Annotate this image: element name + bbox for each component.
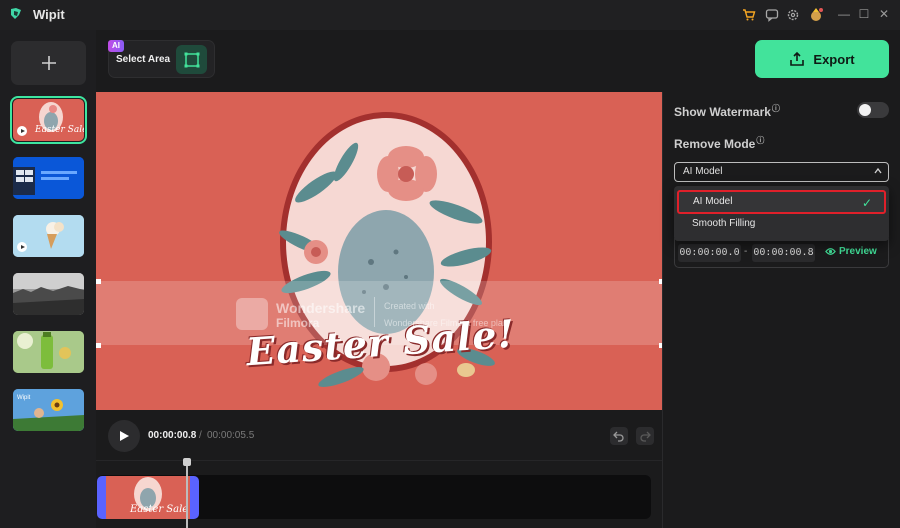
- check-icon: ✓: [862, 196, 873, 210]
- playhead[interactable]: [186, 458, 188, 528]
- selection-handle-bottom-left[interactable]: [96, 343, 101, 348]
- dropdown-option-ai-model[interactable]: AI Model: [677, 190, 886, 214]
- play-icon: [120, 431, 129, 441]
- thumb-presentation-image: [13, 157, 84, 199]
- remove-mode-select[interactable]: AI Model: [674, 162, 889, 182]
- close-button[interactable]: ✕: [876, 6, 892, 22]
- feedback-icon[interactable]: [764, 7, 780, 23]
- app-title: Wipit: [33, 7, 65, 22]
- svg-text:Wipit: Wipit: [17, 395, 31, 401]
- timeline-clip-thumbnail: Easter Sale: [106, 476, 190, 519]
- add-media-button[interactable]: [11, 41, 86, 85]
- select-area-label: Select Area: [116, 54, 171, 65]
- playhead-handle[interactable]: [183, 458, 191, 466]
- media-thumb-city[interactable]: [13, 273, 84, 315]
- total-time: 00:00:05.5: [207, 430, 255, 441]
- watermark-brand-line1: Wondershare: [276, 300, 366, 316]
- export-button[interactable]: Export: [755, 40, 889, 78]
- range-end-input[interactable]: 00:00:00.8: [752, 244, 815, 262]
- current-time: 00:00:00.8: [148, 430, 197, 441]
- info-icon[interactable]: ⓘ: [756, 135, 764, 146]
- watermark-brand-line2: Filmora: [276, 316, 320, 330]
- preview-button[interactable]: Preview: [825, 246, 877, 257]
- media-thumb-sunflower[interactable]: Wipit: [13, 389, 84, 431]
- thumb-city-image: [13, 273, 84, 315]
- filmora-logo-icon: [236, 298, 268, 330]
- thumb-drink-image: [13, 331, 84, 373]
- thumb-play-icon: [17, 242, 27, 252]
- chevron-up-icon: [874, 167, 882, 174]
- redo-button[interactable]: [636, 427, 654, 445]
- select-area-icon[interactable]: [176, 45, 207, 74]
- media-thumb-drink[interactable]: [13, 331, 84, 373]
- watermark-note-line2: Wondershare Filmora free plan: [384, 318, 508, 328]
- plus-icon: [41, 56, 56, 70]
- thumb-sunflower-image: Wipit: [13, 389, 84, 431]
- eye-icon: [825, 248, 836, 255]
- preview-label: Preview: [839, 246, 877, 257]
- range-dash: -: [744, 246, 748, 257]
- range-start-input[interactable]: 00:00:00.0: [678, 244, 741, 262]
- media-thumb-icecream[interactable]: [13, 215, 84, 257]
- cart-icon[interactable]: [741, 7, 757, 23]
- media-thumb-presentation[interactable]: [13, 157, 84, 199]
- svg-text:Easter Sale: Easter Sale: [34, 125, 84, 135]
- play-button[interactable]: [108, 420, 140, 452]
- minimize-button[interactable]: —: [836, 6, 852, 22]
- toggle-knob: [859, 104, 871, 116]
- export-label: Export: [813, 51, 855, 67]
- watermark-note-line1: Created with: [384, 301, 435, 311]
- video-preview[interactable]: Easter Sale! Wondershare Filmora Created…: [96, 92, 662, 410]
- time-separator: /: [199, 430, 202, 441]
- undo-button[interactable]: [610, 427, 628, 445]
- settings-gear-icon[interactable]: [785, 7, 801, 23]
- ai-badge: AI: [108, 40, 124, 52]
- settings-panel: [662, 92, 900, 528]
- watermark-divider: [374, 297, 375, 327]
- export-icon: [790, 51, 805, 66]
- remove-mode-label: Remove Modeⓘ: [674, 135, 765, 151]
- selection-handle-top-left[interactable]: [96, 279, 101, 284]
- info-icon[interactable]: ⓘ: [772, 103, 780, 114]
- redo-icon: [640, 431, 651, 442]
- show-watermark-label: Show Watermarkⓘ: [674, 103, 780, 119]
- media-thumb-easter-sale[interactable]: Easter Sale: [10, 96, 87, 144]
- undo-icon: [613, 431, 624, 442]
- account-avatar-icon[interactable]: [808, 7, 824, 23]
- app-logo-icon: [11, 8, 21, 19]
- svg-text:Easter Sale: Easter Sale: [129, 504, 188, 515]
- maximize-button[interactable]: ☐: [856, 6, 872, 22]
- thumb-play-icon: [17, 126, 27, 136]
- dropdown-option-smooth-filling[interactable]: Smooth Filling: [677, 212, 886, 236]
